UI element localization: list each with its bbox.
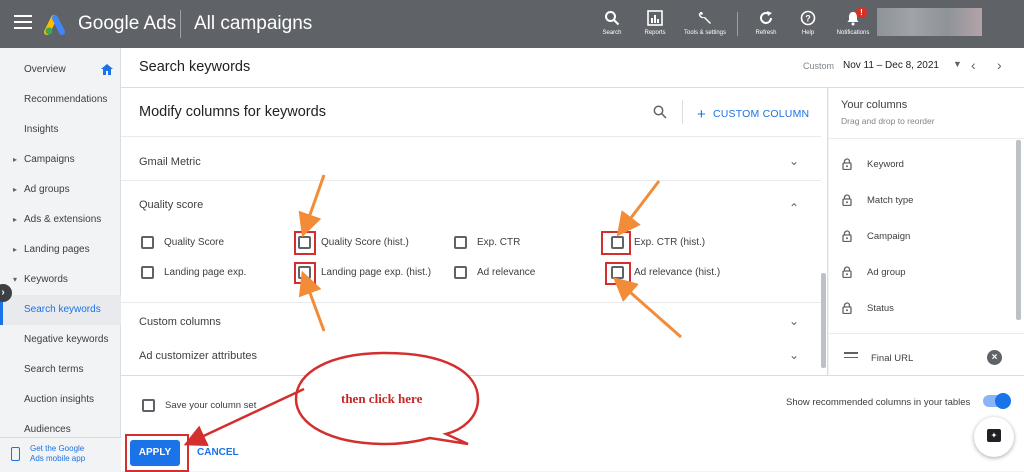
apply-highlight-box	[125, 434, 189, 472]
sidebar-item-recommendations[interactable]: Recommendations	[0, 85, 121, 115]
highlight-box-quality-score-hist	[294, 231, 316, 255]
sidebar-item-landing-pages[interactable]: Landing pages	[0, 235, 121, 265]
sidebar-item-auction-insights[interactable]: Auction insights	[0, 385, 121, 415]
sidebar: Overview Recommendations Insights Campai…	[0, 48, 121, 471]
your-columns-subtitle: Drag and drop to reorder	[841, 116, 935, 126]
plus-icon: +	[697, 106, 706, 123]
panel-title: Modify columns for keywords	[139, 104, 326, 120]
section-quality-score: Quality score ⌃ Quality Score Quality Sc…	[121, 180, 821, 302]
lock-icon	[842, 266, 852, 278]
save-column-set-checkbox[interactable]: Save your column set	[142, 399, 256, 412]
svg-text:?: ?	[805, 14, 811, 24]
column-item-status: Status	[842, 302, 1022, 314]
column-item-match-type: Match type	[842, 194, 1022, 206]
cancel-button[interactable]: CANCEL	[197, 447, 239, 458]
top-bar: Google Ads All campaigns Search Reports …	[0, 0, 1024, 48]
sidebar-item-campaigns[interactable]: Campaigns	[0, 145, 121, 175]
sidebar-item-overview[interactable]: Overview	[0, 55, 121, 85]
search-icon[interactable]	[653, 105, 667, 119]
help-icon: ?	[800, 10, 816, 26]
checkbox-landing-page-exp[interactable]: Landing page exp.	[141, 266, 246, 279]
lock-icon	[842, 158, 852, 170]
page-title: All campaigns	[194, 13, 313, 34]
mobile-app-link[interactable]: Get the Google Ads mobile app	[0, 437, 121, 471]
checkbox-quality-score[interactable]: Quality Score	[141, 236, 224, 249]
date-range-value[interactable]: Nov 11 – Dec 8, 2021	[843, 60, 939, 71]
main-header: Search keywords Custom Nov 11 – Dec 8, 2…	[121, 48, 1024, 88]
brand-name: Google Ads	[78, 13, 177, 34]
google-ads-logo	[44, 15, 65, 35]
sidebar-item-search-keywords[interactable]: Search keywords	[0, 295, 121, 325]
lock-icon	[842, 302, 852, 314]
column-item-campaign: Campaign	[842, 230, 1022, 242]
sidebar-item-negative-keywords[interactable]: Negative keywords	[0, 325, 121, 355]
section-gmail-metric[interactable]: Gmail Metric ⌄	[121, 136, 821, 180]
wrench-icon	[698, 12, 711, 24]
reports-icon	[647, 10, 663, 26]
custom-column-button[interactable]: + CUSTOM COLUMN	[697, 106, 809, 123]
home-icon	[101, 64, 113, 75]
panel-scrollbar[interactable]	[821, 273, 826, 368]
column-item-final-url[interactable]: Final URL ×	[829, 333, 1024, 375]
date-range-label: Custom	[803, 61, 835, 71]
show-recommended-toggle[interactable]	[983, 393, 1011, 409]
date-prev-icon[interactable]: ‹	[971, 57, 976, 73]
search-icon	[605, 11, 620, 26]
lock-icon	[842, 194, 852, 206]
your-columns-panel: Your columns Drag and drop to reorder Ke…	[829, 88, 1024, 375]
sidebar-item-search-terms[interactable]: Search terms	[0, 355, 121, 385]
hamburger-menu-icon[interactable]	[14, 15, 32, 33]
main-title: Search keywords	[139, 59, 251, 75]
date-dropdown-icon[interactable]: ▼	[953, 59, 962, 69]
show-recommended-label: Show recommended columns in your tables	[786, 397, 971, 408]
feedback-button[interactable]: ✦	[974, 417, 1014, 457]
tools-settings-button[interactable]: Tools & settings	[675, 10, 735, 37]
date-next-icon[interactable]: ›	[997, 57, 1002, 73]
sidebar-item-ads-extensions[interactable]: Ads & extensions	[0, 205, 121, 235]
sidebar-item-keywords[interactable]: Keywords	[0, 265, 121, 295]
your-columns-scrollbar[interactable]	[1016, 140, 1021, 320]
section-ad-customizer-attributes[interactable]: Ad customizer attributes ⌄	[121, 338, 821, 374]
checkbox-exp-ctr[interactable]: Exp. CTR	[454, 236, 520, 249]
highlight-box-exp-ctr-hist	[601, 231, 631, 255]
checkbox-landing-page-exp-hist[interactable]: Landing page exp. (hist.)	[298, 266, 431, 279]
account-info-blurred[interactable]	[877, 8, 982, 36]
callout-text: then click here	[341, 391, 423, 406]
chevron-down-icon: ⌄	[789, 348, 800, 362]
column-item-ad-group: Ad group	[842, 266, 1022, 278]
notifications-button[interactable]: Notifications	[823, 10, 883, 37]
highlight-box-landing-page-hist	[294, 262, 316, 284]
refresh-icon	[760, 11, 772, 24]
footer-bar: Save your column set Show recommended co…	[121, 375, 1024, 472]
checkbox-ad-relevance[interactable]: Ad relevance	[454, 266, 535, 279]
phone-icon	[11, 447, 20, 461]
feedback-icon: ✦	[987, 429, 1001, 442]
drag-handle-icon[interactable]	[844, 352, 858, 361]
lock-icon	[842, 230, 852, 242]
section-custom-columns[interactable]: Custom columns ⌄	[121, 302, 821, 338]
your-columns-title: Your columns	[841, 99, 908, 111]
notification-badge: !	[856, 7, 867, 18]
chevron-up-icon[interactable]: ⌃	[789, 201, 799, 215]
column-item-keyword: Keyword	[842, 158, 1022, 170]
chevron-down-icon: ⌄	[789, 154, 800, 168]
sidebar-item-ad-groups[interactable]: Ad groups	[0, 175, 121, 205]
remove-column-icon[interactable]: ×	[987, 350, 1002, 365]
chevron-down-icon: ⌄	[789, 314, 800, 328]
sidebar-item-insights[interactable]: Insights	[0, 115, 121, 145]
sidebar-item-audiences[interactable]: Audiences	[0, 415, 121, 437]
highlight-box-ad-relevance-hist	[605, 262, 631, 285]
